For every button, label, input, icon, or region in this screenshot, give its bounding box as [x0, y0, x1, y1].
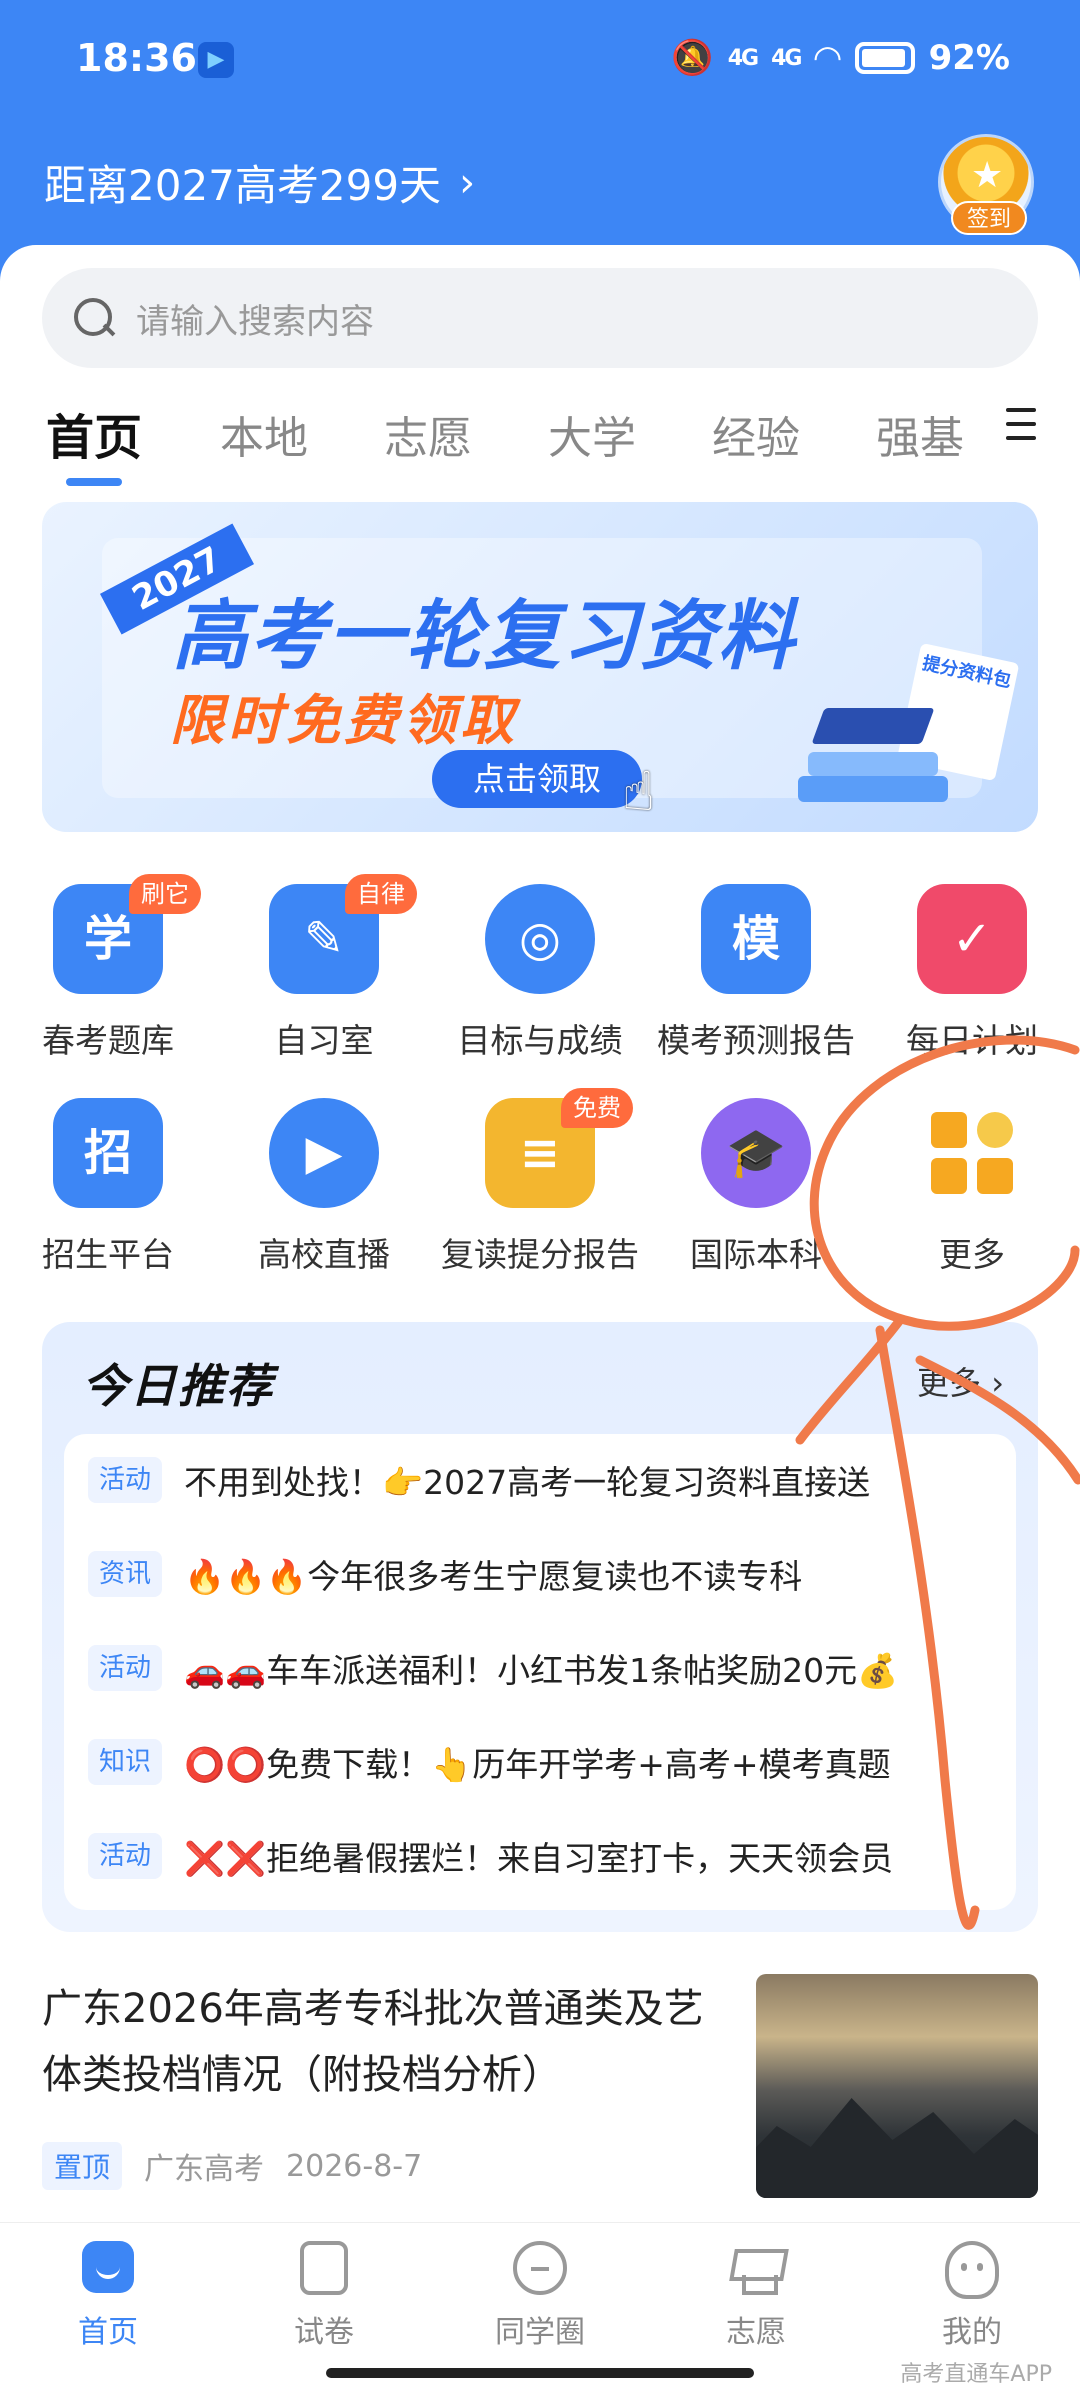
- grid-item-study-room[interactable]: ✎ 自律 自习室: [224, 874, 424, 1062]
- grid-item-spring-exam-bank[interactable]: 学 刷它 春考题库: [8, 874, 208, 1062]
- tab-local[interactable]: 本地: [220, 402, 308, 466]
- item-tag: 资讯: [88, 1551, 162, 1597]
- profile-icon: [945, 2241, 999, 2299]
- article-date: 2026-8-7: [286, 2148, 423, 2184]
- home-indicator[interactable]: [326, 2368, 754, 2378]
- grid-item-mock-report[interactable]: 模 模考预测报告: [656, 884, 856, 1062]
- item-text: 🚗🚗车车派送福利！小红书发1条帖奖励20元💰: [184, 1651, 899, 1690]
- item-text: 不用到处找！👉2027高考一轮复习资料直接送: [184, 1463, 871, 1502]
- list-item[interactable]: 活动 ❌❌拒绝暑假摆烂！来自习室打卡，天天领会员: [88, 1826, 1008, 1886]
- status-time: 18:36: [76, 36, 197, 80]
- status-bar: 18:36 ▶ 🔕 4G 4G ◠ 92%: [0, 30, 1080, 90]
- article-thumbnail: [756, 1974, 1038, 2198]
- item-tag: 活动: [88, 1457, 162, 1503]
- star-icon: ★: [971, 155, 1004, 196]
- item-tag: 活动: [88, 1645, 162, 1691]
- grid-item-international[interactable]: 🎓 国际本科: [656, 1098, 856, 1276]
- report-icon: ≡ 免费: [485, 1088, 633, 1208]
- recommend-more-link[interactable]: 更多 ›: [917, 1358, 1004, 1404]
- item-text: 🔥🔥🔥今年很多考生宁愿复读也不读专科: [184, 1557, 803, 1596]
- badge: 刷它: [129, 874, 201, 914]
- list-item[interactable]: 活动 🚗🚗车车派送福利！小红书发1条帖奖励20元💰: [88, 1638, 1008, 1698]
- chevron-right-icon: ›: [459, 159, 476, 206]
- grid-item-college-live[interactable]: ▶ 高校直播: [224, 1098, 424, 1276]
- grid-item-admission-platform[interactable]: 招 招生平台: [8, 1098, 208, 1276]
- wifi-icon: ◠: [814, 38, 841, 78]
- exam-countdown-link[interactable]: 距离2027高考299天 ›: [44, 152, 475, 213]
- list-item[interactable]: 知识 ⭕⭕免费下载！👆历年开学考+高考+模考真题: [88, 1732, 1008, 1792]
- signal-icon-1: 4G: [727, 45, 759, 71]
- target-icon: ◎: [485, 884, 595, 994]
- category-tabs: 首页 本地 志愿 大学 经验 强基: [44, 398, 1044, 488]
- nav-volunteer[interactable]: 志愿: [666, 2241, 846, 2351]
- tab-strong-base[interactable]: 强基: [876, 402, 964, 466]
- grid-item-daily-plan[interactable]: ✓ 每日计划: [872, 884, 1072, 1062]
- admission-icon: 招: [53, 1098, 163, 1208]
- app-notification-icon: ▶: [198, 42, 234, 78]
- grid-item-more[interactable]: 更多: [872, 1098, 1072, 1276]
- nav-papers[interactable]: 试卷: [234, 2241, 414, 2351]
- banner-subline: 限时免费领取: [170, 689, 518, 752]
- item-tag: 活动: [88, 1833, 162, 1879]
- tab-volunteer[interactable]: 志愿: [384, 402, 472, 466]
- grid-item-repeat-report[interactable]: ≡ 免费 复读提分报告: [440, 1088, 640, 1276]
- article-title: 广东2026年高考专科批次普通类及艺体类投档情况（附投档分析）: [42, 1986, 704, 2098]
- signal-icon-2: 4G: [771, 45, 802, 71]
- calendar-icon: ✓: [917, 884, 1027, 994]
- pointing-hand-icon: ☝: [622, 760, 655, 823]
- banner-claim-button[interactable]: 点击领取: [432, 750, 642, 808]
- article-source: 广东高考: [144, 2152, 265, 2187]
- chevron-right-icon: ›: [991, 1364, 1004, 1402]
- recommend-list: 活动 不用到处找！👉2027高考一轮复习资料直接送 资讯 🔥🔥🔥今年很多考生宁愿…: [64, 1434, 1016, 1910]
- news-article[interactable]: 广东2026年高考专科批次普通类及艺体类投档情况（附投档分析） 置顶 广东高考 …: [42, 1970, 1038, 2210]
- pinned-badge: 置顶: [42, 2142, 123, 2190]
- tab-menu-icon[interactable]: [1006, 408, 1036, 442]
- exam-report-icon: 模: [701, 884, 811, 994]
- nav-classmates[interactable]: 同学圈: [450, 2241, 630, 2351]
- active-tab-indicator: [66, 478, 122, 486]
- chat-icon: [513, 2241, 567, 2295]
- watermark: 高考直通车APP: [900, 2362, 1052, 2387]
- list-item[interactable]: 资讯 🔥🔥🔥今年很多考生宁愿复读也不读专科: [88, 1544, 1008, 1604]
- badge: 免费: [561, 1088, 633, 1128]
- paper-icon: [300, 2241, 348, 2295]
- search-icon: [72, 296, 116, 340]
- study-room-icon: ✎ 自律: [269, 874, 417, 994]
- graduation-books-illustration: [788, 682, 968, 802]
- home-icon: [82, 2241, 134, 2293]
- search-input[interactable]: 请输入搜索内容: [42, 268, 1038, 368]
- article-meta: 置顶 广东高考 2026-8-7: [42, 2142, 422, 2190]
- tab-university[interactable]: 大学: [548, 402, 636, 466]
- nav-profile[interactable]: 我的: [882, 2241, 1062, 2351]
- book-icon: 学 刷它: [53, 874, 201, 994]
- tab-experience[interactable]: 经验: [712, 402, 800, 466]
- live-video-icon: ▶: [269, 1098, 379, 1208]
- signin-button[interactable]: ★ 签到: [938, 134, 1034, 235]
- mute-icon: 🔕: [671, 38, 714, 78]
- graduation-cap-icon: 🎓: [701, 1098, 811, 1208]
- nav-home[interactable]: 首页: [18, 2241, 198, 2351]
- signin-label: 签到: [951, 201, 1027, 235]
- promo-banner[interactable]: 2027 高考一轮复习资料 限时免费领取 点击领取 ☝ 提分资料包: [42, 502, 1038, 832]
- item-text: ⭕⭕免费下载！👆历年开学考+高考+模考真题: [184, 1745, 891, 1784]
- battery-percent: 92%: [928, 38, 1010, 78]
- tab-home[interactable]: 首页: [46, 398, 142, 468]
- recommend-title: 今日推荐: [82, 1359, 274, 1413]
- battery-icon: [854, 42, 915, 74]
- item-tag: 知识: [88, 1739, 162, 1785]
- countdown-text: 距离2027高考299天: [44, 161, 442, 210]
- today-recommend-section: 今日推荐 更多 › 活动 不用到处找！👉2027高考一轮复习资料直接送 资讯 🔥…: [42, 1322, 1038, 1932]
- badge: 自律: [345, 874, 417, 914]
- item-text: ❌❌拒绝暑假摆烂！来自习室打卡，天天领会员: [184, 1839, 894, 1878]
- grid-item-goals-scores[interactable]: ◎ 目标与成绩: [440, 884, 640, 1062]
- graduation-cap-icon: [728, 2241, 784, 2297]
- search-placeholder: 请输入搜索内容: [136, 301, 374, 342]
- list-item[interactable]: 活动 不用到处找！👉2027高考一轮复习资料直接送: [88, 1450, 1008, 1510]
- banner-headline: 高考一轮复习资料: [172, 591, 796, 680]
- more-grid-icon: [917, 1098, 1027, 1208]
